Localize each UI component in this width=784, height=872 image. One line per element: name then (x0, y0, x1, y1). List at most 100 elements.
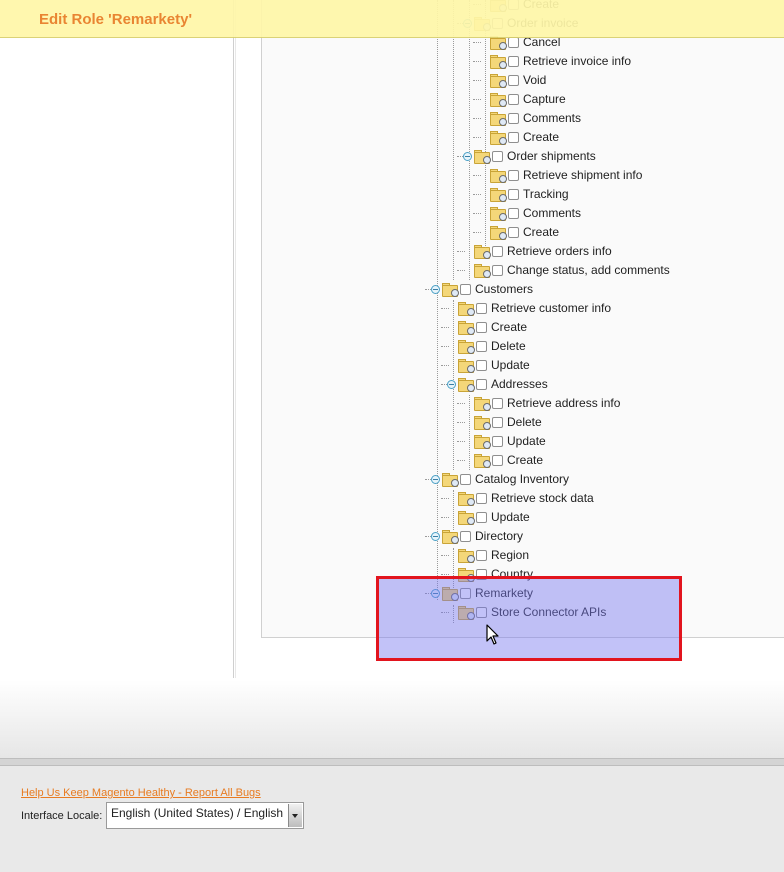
footer-gradient (0, 680, 784, 758)
permission-checkbox[interactable] (492, 264, 503, 276)
permission-checkbox[interactable] (508, 93, 519, 105)
tree-node-label: Order shipments (507, 149, 596, 163)
tree-node[interactable]: Create (463, 451, 543, 469)
folder-search-icon (442, 282, 459, 297)
highlight-annotation-box (376, 576, 682, 661)
folder-search-icon (458, 510, 475, 525)
tree-node[interactable]: Create (479, 128, 559, 146)
tree-node[interactable]: Retrieve orders info (463, 242, 612, 260)
tree-node[interactable]: Catalog Inventory (431, 470, 569, 488)
tree-node[interactable]: Region (447, 546, 529, 564)
tree-node-label: Tracking (523, 187, 569, 201)
collapse-toggle-icon[interactable] (463, 151, 472, 161)
tree-node[interactable]: Addresses (447, 375, 548, 393)
permission-checkbox[interactable] (476, 378, 487, 390)
folder-search-icon (474, 415, 491, 430)
tree-node-label: Retrieve customer info (491, 301, 612, 315)
tree-node-label: Create (523, 225, 560, 239)
tree-node[interactable]: Delete (447, 337, 526, 355)
permission-checkbox[interactable] (508, 74, 519, 86)
page-footer: Help Us Keep Magento Healthy - Report Al… (0, 766, 784, 872)
permission-checkbox[interactable] (460, 283, 471, 295)
report-bugs-link[interactable]: Help Us Keep Magento Healthy - Report Al… (21, 787, 261, 799)
resource-tree: CreateOrder invoiceCancelRetrieve invoic… (0, 0, 784, 640)
permission-checkbox[interactable] (508, 55, 519, 67)
tree-node[interactable]: Retrieve address info (463, 394, 620, 412)
tree-node[interactable]: Retrieve invoice info (479, 52, 631, 70)
tree-node[interactable]: Directory (431, 527, 523, 545)
permission-checkbox[interactable] (476, 340, 487, 352)
interface-locale-select[interactable]: English (United States) / English (106, 802, 304, 829)
tree-node-label: Update (507, 434, 546, 448)
folder-search-icon (458, 301, 475, 316)
permission-checkbox[interactable] (508, 131, 519, 143)
folder-search-icon (458, 377, 475, 392)
folder-search-icon (490, 92, 507, 107)
permission-checkbox[interactable] (508, 188, 519, 200)
permission-checkbox[interactable] (476, 549, 487, 561)
locale-selected-value: English (United States) / English (111, 806, 284, 820)
tree-node[interactable]: Change status, add comments (463, 261, 670, 279)
tree-node[interactable]: Comments (479, 204, 581, 222)
tree-node-label: Retrieve stock data (491, 491, 594, 505)
permission-checkbox[interactable] (460, 530, 471, 542)
permission-checkbox[interactable] (508, 226, 519, 238)
folder-search-icon (490, 168, 507, 183)
tree-node[interactable]: Capture (479, 90, 566, 108)
permission-checkbox[interactable] (492, 245, 503, 257)
folder-search-icon (490, 111, 507, 126)
permission-checkbox[interactable] (508, 207, 519, 219)
tree-node-label: Comments (523, 111, 582, 125)
folder-search-icon (474, 149, 491, 164)
permission-checkbox[interactable] (508, 112, 519, 124)
tree-node-label: Void (523, 73, 547, 87)
tree-node[interactable]: Void (479, 71, 546, 89)
folder-search-icon (458, 548, 475, 563)
permission-checkbox[interactable] (476, 321, 487, 333)
permission-checkbox[interactable] (492, 416, 503, 428)
collapse-toggle-icon[interactable] (431, 531, 440, 541)
permission-checkbox[interactable] (508, 36, 519, 48)
tree-guide-line (453, 0, 454, 280)
folder-search-icon (490, 54, 507, 69)
collapse-toggle-icon[interactable] (447, 379, 456, 389)
footer-divider (0, 758, 784, 766)
tree-guide-line (469, 0, 470, 280)
collapse-toggle-icon[interactable] (431, 284, 440, 294)
permission-checkbox[interactable] (460, 473, 471, 485)
permission-checkbox[interactable] (492, 397, 503, 409)
tree-node[interactable]: Create (479, 223, 559, 241)
tree-node[interactable]: Update (447, 356, 530, 374)
collapse-toggle-icon[interactable] (431, 474, 440, 484)
permission-checkbox[interactable] (492, 454, 503, 466)
folder-search-icon (458, 320, 475, 335)
tree-node[interactable]: Retrieve shipment info (479, 166, 642, 184)
tree-node[interactable]: Retrieve stock data (447, 489, 594, 507)
permission-checkbox[interactable] (492, 435, 503, 447)
tree-node[interactable]: Retrieve customer info (447, 299, 611, 317)
tree-node-label: Capture (523, 92, 566, 106)
permission-checkbox[interactable] (476, 492, 487, 504)
permission-checkbox[interactable] (508, 169, 519, 181)
tree-node[interactable]: Update (447, 508, 530, 526)
tree-node-label: Comments (523, 206, 582, 220)
permission-checkbox[interactable] (492, 150, 503, 162)
tree-node[interactable]: Delete (463, 413, 542, 431)
chevron-down-icon[interactable] (288, 804, 302, 827)
permission-checkbox[interactable] (476, 302, 487, 314)
tree-node[interactable]: Comments (479, 109, 581, 127)
tree-node[interactable]: Customers (431, 280, 533, 298)
tree-node-label: Create (523, 130, 560, 144)
folder-search-icon (442, 529, 459, 544)
tree-node-label: Region (491, 548, 530, 562)
tree-node[interactable]: Update (463, 432, 546, 450)
permission-checkbox[interactable] (476, 511, 487, 523)
page-header: Edit Role 'Remarkety' (0, 0, 784, 38)
permission-checkbox[interactable] (476, 359, 487, 371)
tree-node[interactable]: Order shipments (463, 147, 596, 165)
tree-node-label: Delete (491, 339, 526, 353)
tree-node-label: Change status, add comments (507, 263, 670, 277)
tree-node[interactable]: Create (447, 318, 527, 336)
folder-search-icon (458, 358, 475, 373)
tree-node[interactable]: Tracking (479, 185, 569, 203)
